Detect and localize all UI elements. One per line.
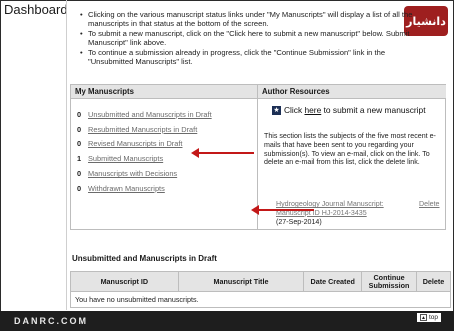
status-count: 0 <box>77 109 82 119</box>
status-link-unsubmitted[interactable]: Unsubmitted and Manuscripts in Draft <box>88 110 212 119</box>
my-manuscripts-heading: My Manuscripts <box>71 85 257 99</box>
author-resources-heading: Author Resources <box>258 85 446 99</box>
list-item: 0 Withdrawn Manuscripts <box>77 181 212 196</box>
page-title: Dashboard <box>4 2 68 17</box>
email-subject-link[interactable]: Hydrogeology Journal Manuscript: <box>276 200 384 209</box>
submit-here-link[interactable]: here <box>304 105 321 115</box>
submit-prefix: Click <box>284 105 303 115</box>
star-icon: ★ <box>272 105 281 115</box>
status-link-withdrawn[interactable]: Withdrawn Manuscripts <box>88 184 165 193</box>
list-item: 0 Resubmitted Manuscripts in Draft <box>77 122 212 137</box>
list-item: 0 Manuscripts with Decisions <box>77 166 212 181</box>
table-header-row: Manuscript ID Manuscript Title Date Crea… <box>70 271 451 292</box>
table-row: You have no unsubmitted manuscripts. <box>70 291 451 308</box>
status-count: 0 <box>77 183 82 193</box>
submit-new-manuscript: ★ Click here to submit a new manuscript <box>272 105 426 115</box>
status-link-decisions[interactable]: Manuscripts with Decisions <box>88 169 177 178</box>
submit-suffix: to submit a new manuscript <box>323 105 426 115</box>
instruction-item: Clicking on the various manuscript statu… <box>80 10 420 29</box>
status-link-resubmitted[interactable]: Resubmitted Manuscripts in Draft <box>88 125 197 134</box>
status-count: 1 <box>77 154 82 164</box>
footer-bar: DANRC.COM <box>0 311 454 331</box>
column-header-date-created: Date Created <box>303 271 363 292</box>
status-count: 0 <box>77 139 82 149</box>
instruction-item: To continue a submission already in prog… <box>80 48 420 67</box>
arrow-up-icon: ▲ <box>420 314 427 321</box>
column-header-delete: Delete <box>416 271 451 292</box>
email-delete-link[interactable]: Delete <box>419 200 440 208</box>
back-to-top-link[interactable]: ▲ top <box>417 313 442 322</box>
instruction-item: To submit a new manuscript, click on the… <box>80 29 420 48</box>
left-divider <box>66 0 67 310</box>
unsubmitted-table: Manuscript ID Manuscript Title Date Crea… <box>70 271 451 308</box>
email-date: (27-Sep-2014) <box>276 217 322 226</box>
column-header-manuscript-id: Manuscript ID <box>70 271 179 292</box>
unsubmitted-section-title: Unsubmitted and Manuscripts in Draft <box>72 254 217 263</box>
status-count: 0 <box>77 169 82 179</box>
empty-table-message: You have no unsubmitted manuscripts. <box>70 291 451 308</box>
instructions-block: Clicking on the various manuscript statu… <box>80 10 420 66</box>
status-count: 0 <box>77 124 82 134</box>
list-item: 0 Unsubmitted and Manuscripts in Draft <box>77 107 212 122</box>
email-section-description: This section lists the subjects of the f… <box>264 132 436 167</box>
annotation-arrow <box>251 205 314 215</box>
column-header-continue-submission: Continue Submission <box>361 271 418 292</box>
top-label: top <box>429 314 439 321</box>
annotation-arrow <box>191 148 254 158</box>
column-header-manuscript-title: Manuscript Title <box>177 271 305 292</box>
footer-brand: DANRC.COM <box>14 316 88 326</box>
recent-email-item: Hydrogeology Journal Manuscript: Manuscr… <box>276 200 384 226</box>
status-link-submitted[interactable]: Submitted Manuscripts <box>88 154 163 163</box>
status-link-revised[interactable]: Revised Manuscripts in Draft <box>88 139 182 148</box>
